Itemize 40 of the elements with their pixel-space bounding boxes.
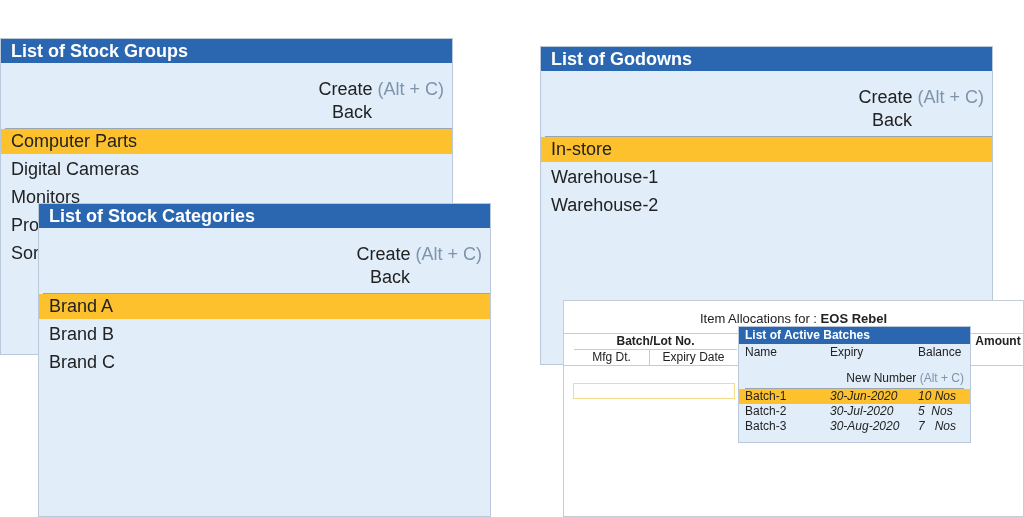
create-link[interactable]: Create (Alt + C): [318, 78, 444, 101]
window-title: List of Godowns: [541, 47, 992, 71]
back-link[interactable]: Back: [331, 101, 372, 124]
batch-row[interactable]: Batch-3 30-Aug-2020 7 Nos: [739, 419, 970, 434]
new-number-link[interactable]: New Number (Alt + C): [739, 361, 970, 388]
column-header: Expiry: [830, 344, 865, 361]
create-link[interactable]: Create (Alt + C): [858, 86, 984, 109]
popup-title: List of Active Batches: [739, 327, 970, 344]
list-item[interactable]: Warehouse-2: [541, 193, 669, 218]
list-item[interactable]: Brand B: [39, 322, 125, 347]
table-cell-text: 30-Jun-2020: [830, 389, 899, 404]
list-item[interactable]: Brand A: [39, 294, 490, 319]
column-header: Amount: [974, 333, 1022, 349]
batch-row[interactable]: Batch-1 30-Jun-2020 10 Nos: [739, 389, 970, 404]
back-link[interactable]: Back: [369, 266, 410, 289]
column-header: Mfg Dt.: [574, 348, 650, 365]
table-cell-text: Batch-3: [745, 419, 788, 434]
table-cell-text: 30-Jul-2020: [830, 404, 895, 419]
list-item[interactable]: Warehouse-1: [541, 165, 669, 190]
back-link[interactable]: Back: [871, 109, 912, 132]
column-header: Expiry Date: [650, 348, 737, 365]
window-title: List of Stock Categories: [39, 204, 490, 228]
batch-row[interactable]: Batch-2 30-Jul-2020 5 Nos: [739, 404, 970, 419]
table-cell-text: 5 Nos: [918, 404, 954, 419]
allocation-heading: Item Allocations for : EOS Rebel: [698, 310, 889, 328]
input-field[interactable]: [573, 382, 735, 399]
column-header: Balance: [918, 344, 963, 361]
window-title: List of Stock Groups: [1, 39, 452, 63]
column-header: Name: [745, 344, 778, 361]
column-header: Batch/Lot No.: [615, 333, 696, 349]
list-item[interactable]: Computer Parts: [1, 129, 452, 154]
list-item[interactable]: Brand C: [39, 350, 126, 375]
table-cell-text: Batch-1: [745, 389, 788, 404]
table-cell-text: 30-Aug-2020: [830, 419, 901, 434]
table-cell-text: 10 Nos: [918, 389, 958, 404]
list-item[interactable]: In-store: [541, 137, 992, 162]
create-link[interactable]: Create (Alt + C): [356, 243, 482, 266]
table-cell-text: Batch-2: [745, 404, 788, 419]
list-item[interactable]: Digital Cameras: [1, 157, 150, 182]
table-cell-text: 7 Nos: [918, 419, 957, 434]
